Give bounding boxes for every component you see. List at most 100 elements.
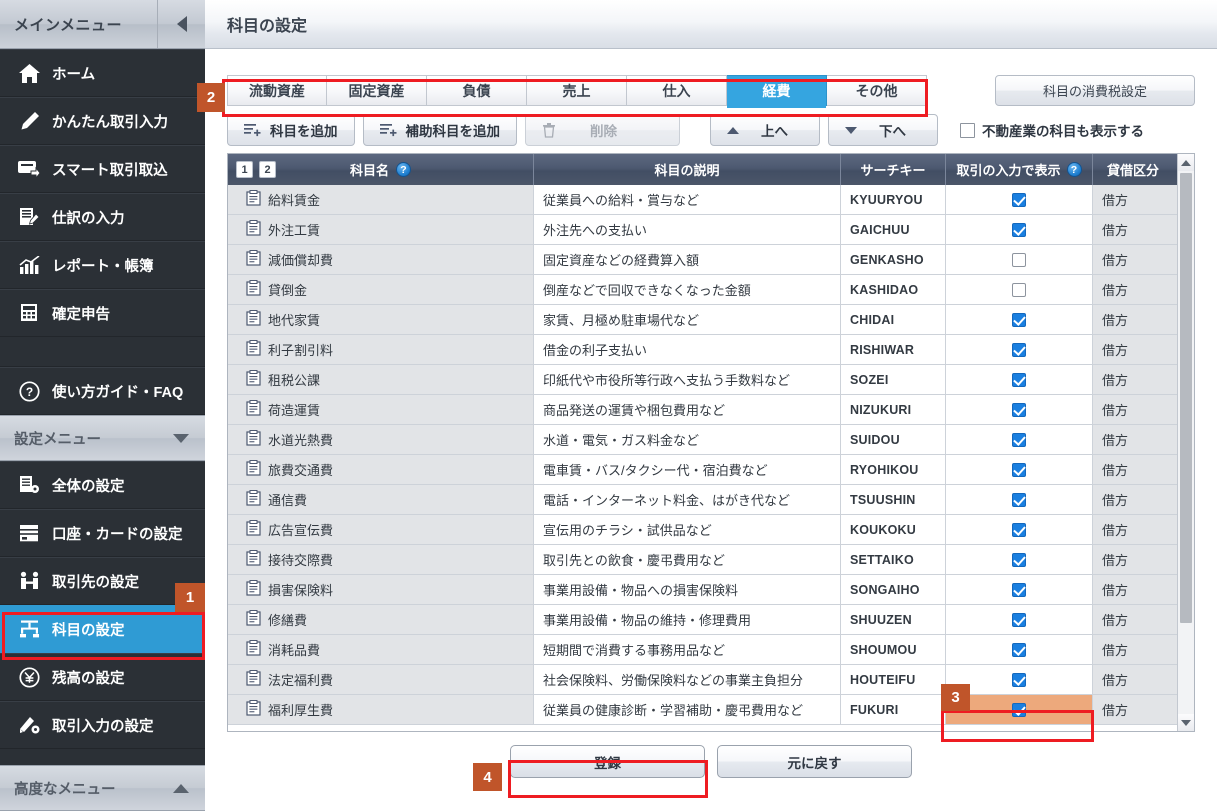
cell-account-name[interactable]: 水道光熱費 (228, 425, 534, 455)
tab-liabilities[interactable]: 負債 (427, 75, 527, 106)
cell-display-checkbox[interactable] (946, 485, 1093, 515)
cell-account-name[interactable]: 外注工賃 (228, 215, 534, 245)
cell-display-checkbox[interactable] (946, 365, 1093, 395)
sidebar-item-home[interactable]: ホーム (0, 49, 205, 97)
display-checkbox[interactable] (1012, 252, 1026, 267)
sidebar-item-account-card-settings[interactable]: 口座・カードの設定 (0, 509, 205, 557)
table-row[interactable]: 水道光熱費 水道・電気・ガス料金など SUIDOU 借方 (228, 425, 1194, 455)
scrollbar-track[interactable] (1178, 171, 1194, 714)
cell-display-checkbox[interactable] (946, 335, 1093, 365)
table-row[interactable]: 福利厚生費 従業員の健康診断・学習補助・慶弔費用など FUKURI 借方 (228, 695, 1194, 725)
display-checkbox[interactable] (1012, 462, 1026, 477)
table-row[interactable]: 法定福利費 社会保険料、労働保険料などの事業主負担分 HOUTEIFU 借方 (228, 665, 1194, 695)
table-row[interactable]: 利子割引料 借金の利子支払い RISHIWAR 借方 (228, 335, 1194, 365)
sidebar-collapse-button[interactable] (157, 0, 205, 48)
settings-menu-header[interactable]: 設定メニュー (0, 415, 205, 461)
tab-other[interactable]: その他 (827, 75, 927, 106)
level-1-button[interactable]: 1 (236, 161, 253, 178)
tab-purchases[interactable]: 仕入 (627, 75, 727, 106)
revert-button[interactable]: 元に戻す (717, 745, 912, 778)
cell-account-name[interactable]: 給料賃金 (228, 185, 534, 215)
sidebar-item-overall-settings[interactable]: 全体の設定 (0, 461, 205, 509)
table-row[interactable]: 旅費交通費 電車賃・バス/タクシー代・宿泊費など RYOHIKOU 借方 (228, 455, 1194, 485)
display-checkbox[interactable] (1012, 312, 1026, 327)
scroll-down-button[interactable] (1178, 714, 1194, 731)
display-checkbox[interactable] (1012, 612, 1026, 627)
cell-display-checkbox[interactable] (946, 215, 1093, 245)
cell-account-name[interactable]: 通信費 (228, 485, 534, 515)
cell-display-checkbox[interactable] (946, 305, 1093, 335)
tab-expenses[interactable]: 経費 (727, 75, 827, 108)
move-down-button[interactable]: 下へ (828, 114, 938, 146)
tab-current-assets[interactable]: 流動資産 (227, 75, 327, 106)
cell-account-name[interactable]: 利子割引料 (228, 335, 534, 365)
table-row[interactable]: 修繕費 事業用設備・物品の維持・修理費用 SHUUZEN 借方 (228, 605, 1194, 635)
cell-account-name[interactable]: 法定福利費 (228, 665, 534, 695)
sidebar-item-balance-settings[interactable]: 残高の設定 (0, 653, 205, 701)
add-sub-account-button[interactable]: 補助科目を追加 (362, 114, 517, 146)
sidebar-item-tax-return[interactable]: 確定申告 (0, 289, 205, 337)
display-checkbox[interactable] (1012, 702, 1026, 717)
display-checkbox[interactable] (1012, 552, 1026, 567)
display-checkbox[interactable] (1012, 192, 1026, 207)
table-row[interactable]: 荷造運賃 商品発送の運賃や梱包費用など NIZUKURI 借方 (228, 395, 1194, 425)
table-row[interactable]: 消耗品費 短期間で消費する事務用品など SHOUMOU 借方 (228, 635, 1194, 665)
display-checkbox[interactable] (1012, 522, 1026, 537)
tax-settings-button[interactable]: 科目の消費税設定 (995, 75, 1195, 106)
cell-account-name[interactable]: 地代家賃 (228, 305, 534, 335)
table-row[interactable]: 損害保険料 事業用設備・物品への損害保険料 SONGAIHO 借方 (228, 575, 1194, 605)
table-row[interactable]: 給料賃金 従業員への給料・賞与など KYUURYOU 借方 (228, 185, 1194, 215)
table-row[interactable]: 広告宣伝費 宣伝用のチラシ・試供品など KOUKOKU 借方 (228, 515, 1194, 545)
display-checkbox[interactable] (1012, 582, 1026, 597)
cell-account-name[interactable]: 荷造運賃 (228, 395, 534, 425)
checkbox-box[interactable] (960, 122, 975, 138)
table-row[interactable]: 通信費 電話・インターネット料金、はがき代など TSUUSHIN 借方 (228, 485, 1194, 515)
cell-account-name[interactable]: 減価償却費 (228, 245, 534, 275)
cell-account-name[interactable]: 修繕費 (228, 605, 534, 635)
sidebar-item-account-settings[interactable]: 科目の設定 (0, 605, 205, 653)
cell-account-name[interactable]: 広告宣伝費 (228, 515, 534, 545)
display-checkbox[interactable] (1012, 342, 1026, 357)
level-2-button[interactable]: 2 (259, 161, 276, 178)
cell-account-name[interactable]: 損害保険料 (228, 575, 534, 605)
display-checkbox[interactable] (1012, 672, 1026, 687)
cell-account-name[interactable]: 貸倒金 (228, 275, 534, 305)
display-checkbox[interactable] (1012, 222, 1026, 237)
move-up-button[interactable]: 上へ (710, 114, 820, 146)
delete-button[interactable]: 削除 (525, 114, 680, 146)
display-checkbox[interactable] (1012, 642, 1026, 657)
tab-sales[interactable]: 売上 (527, 75, 627, 106)
cell-display-checkbox[interactable] (946, 455, 1093, 485)
table-row[interactable]: 地代家賃 家賃、月極め駐車場代など CHIDAI 借方 (228, 305, 1194, 335)
register-button[interactable]: 登録 (510, 745, 705, 778)
table-row[interactable]: 貸倒金 倒産などで回収できなくなった金額 KASHIDAO 借方 (228, 275, 1194, 305)
cell-account-name[interactable]: 旅費交通費 (228, 455, 534, 485)
sidebar-item-reports[interactable]: レポート・帳簿 (0, 241, 205, 289)
scrollbar-thumb[interactable] (1180, 173, 1192, 623)
cell-account-name[interactable]: 福利厚生費 (228, 695, 534, 725)
cell-display-checkbox[interactable] (946, 245, 1093, 275)
cell-display-checkbox[interactable] (946, 605, 1093, 635)
display-checkbox[interactable] (1012, 402, 1026, 417)
table-row[interactable]: 外注工賃 外注先への支払い GAICHUU 借方 (228, 215, 1194, 245)
sidebar-item-easy-entry[interactable]: かんたん取引入力 (0, 97, 205, 145)
sidebar-item-transaction-entry-settings[interactable]: 取引入力の設定 (0, 701, 205, 749)
table-row[interactable]: 減価償却費 固定資産などの経費算入額 GENKASHO 借方 (228, 245, 1194, 275)
cell-display-checkbox[interactable] (946, 515, 1093, 545)
add-account-button[interactable]: 科目を追加 (227, 114, 355, 146)
table-row[interactable]: 接待交際費 取引先との飲食・慶弔費用など SETTAIKO 借方 (228, 545, 1194, 575)
advanced-menu-header[interactable]: 高度なメニュー (0, 765, 205, 811)
help-icon[interactable]: ? (1066, 162, 1082, 177)
cell-display-checkbox[interactable] (946, 275, 1093, 305)
cell-display-checkbox[interactable] (946, 395, 1093, 425)
cell-display-checkbox[interactable] (946, 575, 1093, 605)
table-scrollbar[interactable] (1177, 154, 1194, 731)
cell-account-name[interactable]: 接待交際費 (228, 545, 534, 575)
display-checkbox[interactable] (1012, 492, 1026, 507)
scroll-up-button[interactable] (1178, 154, 1194, 171)
show-realestate-checkbox[interactable]: 不動産業の科目も表示する (960, 120, 1144, 140)
display-checkbox[interactable] (1012, 372, 1026, 387)
cell-account-name[interactable]: 消耗品費 (228, 635, 534, 665)
help-icon[interactable]: ? (396, 162, 411, 177)
sidebar-item-smart-import[interactable]: スマート取引取込 (0, 145, 205, 193)
